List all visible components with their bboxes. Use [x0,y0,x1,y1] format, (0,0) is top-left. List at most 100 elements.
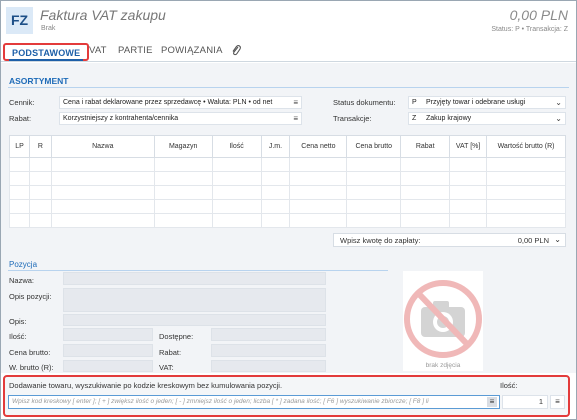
column-header-r[interactable]: R [28,135,52,158]
column-header-cena-brutto[interactable]: Cena brutto [346,135,402,158]
quantity-menu-icon[interactable]: ≡ [550,395,565,409]
table-cell[interactable] [486,185,566,200]
column-header-nazwa[interactable]: Nazwa [50,135,155,158]
table-cell[interactable] [449,199,488,214]
table-cell[interactable] [211,199,262,214]
table-cell[interactable] [50,199,155,214]
tab-powiazania[interactable]: POWIĄZANIA [161,45,223,56]
column-header-lp[interactable]: LP [9,135,30,158]
table-cell[interactable] [50,171,155,186]
table-cell[interactable] [486,171,566,186]
paperclip-icon[interactable] [230,44,242,57]
rabat-label: Rabat: [9,114,32,123]
scan-quantity-label: Ilość: [500,381,518,390]
cennik-field[interactable]: Cena i rabat deklarowane przez sprzedawc… [59,96,302,109]
table-cell[interactable] [289,171,348,186]
table-cell[interactable] [449,157,488,172]
table-cell[interactable] [50,157,155,172]
table-cell[interactable] [400,157,451,172]
column-header-vat[interactable]: VAT [%] [449,135,488,158]
rabat-menu-icon[interactable]: ≡ [293,113,298,124]
barcode-input[interactable]: Wpisz kod kreskowy [ enter ]; [ + ] zwię… [8,395,500,409]
table-row[interactable] [9,171,566,186]
transakcja-value: Zakup krajowy [426,115,472,122]
table-row[interactable] [9,199,566,214]
chevron-down-icon[interactable]: ⌄ [554,235,561,244]
table-cell[interactable] [9,171,30,186]
table-cell[interactable] [400,213,451,228]
table-cell[interactable] [211,171,262,186]
table-cell[interactable] [260,199,291,214]
table-cell[interactable] [28,171,52,186]
table-cell[interactable] [211,185,262,200]
document-type-badge: FZ [6,7,33,34]
table-cell[interactable] [260,213,291,228]
chevron-down-icon[interactable]: ⌄ [555,113,562,124]
table-cell[interactable] [50,185,155,200]
table-row[interactable] [9,157,566,172]
table-cell[interactable] [9,199,30,214]
table-cell[interactable] [260,157,291,172]
status-dokumentu-select[interactable]: P Przyjęty towar i odebrane usługi ⌄ [408,96,566,109]
column-header-magazyn[interactable]: Magazyn [153,135,213,158]
table-cell[interactable] [153,157,213,172]
table-cell[interactable] [289,185,348,200]
table-row[interactable] [9,213,566,228]
menu-icon[interactable]: ≡ [487,397,497,407]
table-cell[interactable] [449,213,488,228]
opis-label: Opis: [9,317,27,326]
no-image-text: brak zdjęcia [425,362,461,369]
tab-podstawowe[interactable]: PODSTAWOWE [3,43,90,61]
table-cell[interactable] [486,199,566,214]
table-cell[interactable] [486,157,566,172]
table-cell[interactable] [289,199,348,214]
table-cell[interactable] [449,185,488,200]
table-cell[interactable] [260,185,291,200]
table-cell[interactable] [9,213,30,228]
scan-quantity-field[interactable]: 1 [502,395,548,409]
table-cell[interactable] [346,213,402,228]
table-row[interactable] [9,185,566,200]
table-cell[interactable] [346,185,402,200]
column-header-wartosc-brutto[interactable]: Wartość brutto (R) [486,135,566,158]
payment-label: Wpisz kwotę do zapłaty: [340,236,421,245]
table-cell[interactable] [211,157,262,172]
column-header-rabat[interactable]: Rabat [400,135,451,158]
table-cell[interactable] [153,213,213,228]
table-cell[interactable] [289,157,348,172]
table-header-row: LP R Nazwa Magazyn Ilość J.m. Cena netto… [9,135,566,158]
table-cell[interactable] [153,171,213,186]
column-header-ilosc[interactable]: Ilość [211,135,262,158]
table-cell[interactable] [28,199,52,214]
column-header-jm[interactable]: J.m. [260,135,291,158]
table-cell[interactable] [28,157,52,172]
table-cell[interactable] [400,199,451,214]
table-cell[interactable] [211,213,262,228]
table-cell[interactable] [153,199,213,214]
cennik-menu-icon[interactable]: ≡ [293,97,298,108]
table-cell[interactable] [28,213,52,228]
table-cell[interactable] [449,171,488,186]
table-cell[interactable] [50,213,155,228]
table-cell[interactable] [486,213,566,228]
table-cell[interactable] [28,185,52,200]
table-cell[interactable] [346,199,402,214]
document-status-line: Status: P • Transakcja: Z [491,26,568,33]
status-value: Przyjęty towar i odebrane usługi [426,99,526,106]
table-cell[interactable] [260,171,291,186]
payment-amount[interactable]: 0,00 PLN [518,236,549,245]
table-cell[interactable] [400,185,451,200]
table-cell[interactable] [346,171,402,186]
tab-vat[interactable]: VAT [89,45,107,56]
table-cell[interactable] [9,185,30,200]
table-cell[interactable] [9,157,30,172]
tab-partie[interactable]: PARTIE [118,45,153,56]
column-header-cena-netto[interactable]: Cena netto [289,135,348,158]
table-cell[interactable] [346,157,402,172]
table-cell[interactable] [400,171,451,186]
table-cell[interactable] [289,213,348,228]
chevron-down-icon[interactable]: ⌄ [555,97,562,108]
table-cell[interactable] [153,185,213,200]
transakcja-select[interactable]: Z Zakup krajowy ⌄ [408,112,566,125]
rabat-field[interactable]: Korzystniejszy z kontrahenta/cennika ≡ [59,112,302,125]
